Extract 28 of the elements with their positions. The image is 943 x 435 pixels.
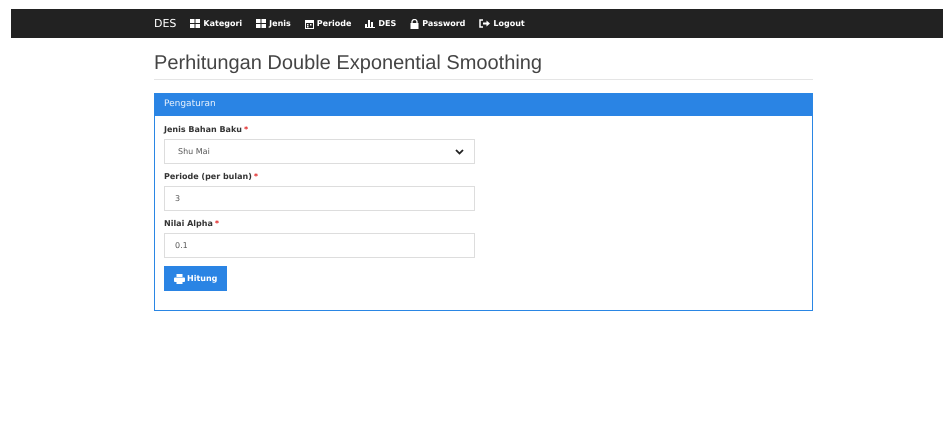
chevron-down-icon [455, 148, 464, 154]
grid-icon [256, 19, 266, 28]
nav-link[interactable]: DES [365, 19, 396, 28]
field-label: Periode (per bulan) [164, 172, 252, 181]
input-field[interactable]: 0.1 [164, 233, 475, 258]
material-select[interactable]: Shu Mai [164, 139, 475, 164]
nav-link[interactable]: Kategori [190, 19, 242, 28]
calculate-button[interactable]: Hitung [164, 266, 228, 291]
nav-link[interactable]: Logout [479, 19, 525, 28]
required-mark: * [244, 125, 248, 134]
grid-icon [190, 19, 200, 28]
calendar-icon [304, 18, 314, 28]
required-mark: * [214, 219, 220, 228]
bar-chart-icon [365, 19, 376, 28]
select-value: Shu Mai [178, 147, 210, 156]
input-field[interactable]: 3 [164, 186, 475, 211]
page-title: Perhitungan Double Exponential Smoothing [154, 52, 813, 80]
logout-icon [479, 19, 490, 28]
nav-link[interactable]: Jenis [256, 19, 291, 28]
nav-link[interactable]: Password [410, 18, 466, 28]
field-label: Jenis Bahan Baku [164, 125, 242, 134]
printer-icon [174, 274, 185, 284]
lock-icon [410, 18, 420, 28]
panel-heading: Pengaturan [155, 94, 812, 116]
required-mark: * [254, 172, 258, 181]
brand-link[interactable]: DES [154, 17, 176, 30]
nav-link[interactable]: Periode [304, 18, 352, 28]
field-label: Nilai Alpha [164, 219, 213, 228]
